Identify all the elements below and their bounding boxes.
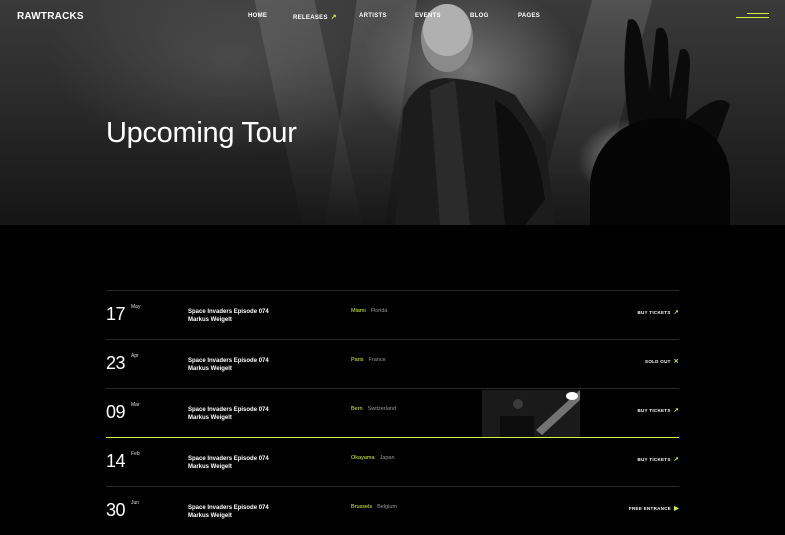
- event-location: Paris France: [351, 357, 386, 363]
- arrow-up-right-icon: ↗: [673, 310, 679, 316]
- tour-dates-list: 17 May Space Invaders Episode 074 Markus…: [106, 290, 679, 535]
- arrow-up-right-icon: ↗: [673, 408, 679, 414]
- event-city: Bern: [351, 406, 363, 412]
- event-month: Apr: [131, 353, 139, 359]
- page-title: Upcoming Tour: [106, 117, 297, 150]
- menu-icon[interactable]: [736, 12, 769, 21]
- event-title: Space Invaders Episode 074: [188, 456, 269, 462]
- event-location: Brussels Belgium: [351, 504, 397, 510]
- buy-tickets-button[interactable]: BUY TICKETS ↗: [637, 407, 679, 414]
- hero-banner: RAWTRACKS HOME RELEASES ↗ ARTISTS EVENTS …: [0, 0, 785, 225]
- event-day: 09: [106, 402, 126, 422]
- play-icon: ▶: [674, 506, 679, 512]
- buy-tickets-button[interactable]: BUY TICKETS ↗: [637, 456, 679, 463]
- event-title: Space Invaders Episode 074: [188, 505, 269, 511]
- stage-thumbnail: [482, 390, 580, 437]
- event-month: Mar: [131, 402, 140, 408]
- event-info: Space Invaders Episode 074 Markus Weigel…: [188, 308, 269, 324]
- event-artist: Markus Weigelt: [188, 513, 232, 519]
- tour-date-row[interactable]: 14 Feb Space Invaders Episode 074 Markus…: [106, 437, 679, 486]
- brand-logo[interactable]: RAWTRACKS: [17, 11, 84, 22]
- nav-item-artists[interactable]: ARTISTS: [359, 13, 387, 19]
- event-day: 23: [106, 353, 126, 373]
- event-month: Jun: [131, 500, 140, 506]
- tour-date-row[interactable]: 30 Jun Space Invaders Episode 074 Markus…: [106, 486, 679, 535]
- nav-item-pages[interactable]: PAGES: [518, 13, 540, 19]
- event-country: France: [368, 357, 386, 363]
- event-location: Bern Switzerland: [351, 406, 396, 412]
- event-country: Belgium: [377, 504, 397, 510]
- event-hover-image: [482, 390, 580, 437]
- event-month: Feb: [131, 451, 140, 457]
- event-country: Japan: [379, 455, 395, 461]
- event-month: May: [131, 304, 141, 310]
- event-city: Okayama: [351, 455, 375, 461]
- event-country: Switzerland: [367, 406, 397, 412]
- event-info: Space Invaders Episode 074 Markus Weigel…: [188, 455, 269, 471]
- event-artist: Markus Weigelt: [188, 464, 232, 470]
- close-icon: ✕: [673, 359, 679, 365]
- event-title: Space Invaders Episode 074: [188, 407, 269, 413]
- event-artist: Markus Weigelt: [188, 415, 232, 421]
- free-entrance-button[interactable]: FREE ENTRANCE ▶: [629, 505, 679, 512]
- event-country: Florida: [370, 308, 388, 314]
- event-title: Space Invaders Episode 074: [188, 309, 269, 315]
- event-location: Okayama Japan: [351, 455, 395, 461]
- tour-date-row[interactable]: 17 May Space Invaders Episode 074 Markus…: [106, 290, 679, 339]
- event-artist: Markus Weigelt: [188, 317, 232, 323]
- buy-tickets-button[interactable]: BUY TICKETS ↗: [637, 309, 679, 316]
- event-city: Paris: [351, 357, 364, 363]
- nav-item-releases[interactable]: RELEASES ↗: [293, 13, 337, 21]
- top-navigation: RAWTRACKS HOME RELEASES ↗ ARTISTS EVENTS …: [0, 0, 785, 34]
- nav-item-blog[interactable]: BLOG: [470, 13, 489, 19]
- event-day: 17: [106, 304, 126, 324]
- nav-item-events[interactable]: EVENTS: [415, 13, 441, 19]
- event-title: Space Invaders Episode 074: [188, 358, 269, 364]
- sold-out-label[interactable]: SOLD OUT ✕: [645, 358, 679, 365]
- event-info: Space Invaders Episode 074 Markus Weigel…: [188, 357, 269, 373]
- event-city: Miami: [351, 308, 366, 314]
- arrow-up-right-icon: ↗: [673, 457, 679, 463]
- event-day: 14: [106, 451, 126, 471]
- event-info: Space Invaders Episode 074 Markus Weigel…: [188, 406, 269, 422]
- event-city: Brussels: [351, 504, 373, 510]
- event-info: Space Invaders Episode 074 Markus Weigel…: [188, 504, 269, 520]
- event-location: Miami Florida: [351, 308, 387, 314]
- event-artist: Markus Weigelt: [188, 366, 232, 372]
- nav-item-home[interactable]: HOME: [248, 13, 267, 19]
- event-day: 30: [106, 500, 126, 520]
- tour-date-row[interactable]: 23 Apr Space Invaders Episode 074 Markus…: [106, 339, 679, 388]
- tour-date-row[interactable]: 09 Mar Space Invaders Episode 074 Markus…: [106, 388, 679, 437]
- arrow-up-right-icon: ↗: [330, 14, 337, 21]
